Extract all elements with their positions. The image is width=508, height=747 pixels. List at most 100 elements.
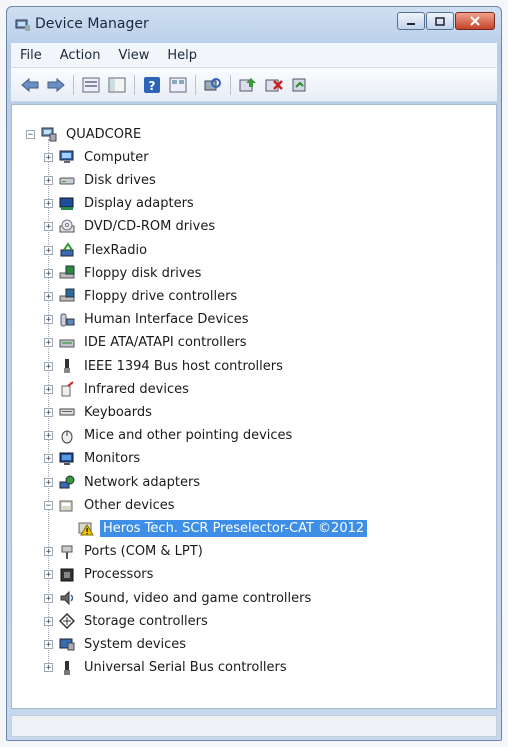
- scan-hardware-icon[interactable]: [202, 74, 224, 96]
- tree-root-quadcore[interactable]: − QUADCORE: [26, 123, 144, 145]
- tree-item-dvd-cd-rom-drives[interactable]: + DVD/CD-ROM drives: [44, 216, 218, 238]
- tree-item-label: Disk drives: [84, 172, 156, 188]
- storage-icon: [58, 613, 76, 630]
- expand-toggle[interactable]: +: [44, 291, 53, 301]
- tree-item-label: Display adapters: [84, 196, 194, 212]
- tree-item-floppy-drive-controllers[interactable]: + Floppy drive controllers: [44, 285, 240, 307]
- expand-toggle[interactable]: +: [44, 152, 53, 162]
- device-manager-app-icon: [15, 17, 31, 31]
- svg-text:?: ?: [149, 79, 156, 93]
- collapse-toggle[interactable]: −: [44, 500, 53, 510]
- tree-item-label: Universal Serial Bus controllers: [84, 660, 287, 676]
- tree-item-label: Processors: [84, 567, 154, 583]
- tree-item-ports-com-lpt[interactable]: + Ports (COM & LPT): [44, 541, 206, 563]
- tree-item-storage-controllers[interactable]: + Storage controllers: [44, 610, 211, 632]
- mouse-icon: [59, 428, 75, 444]
- tree-item-mice-and-other-pointing-devices[interactable]: + Mice and other pointing devices: [44, 425, 295, 447]
- expand-toggle[interactable]: +: [44, 570, 53, 580]
- expand-toggle[interactable]: +: [44, 663, 53, 673]
- tree-item-label: Network adapters: [84, 474, 201, 490]
- tree-item-label: Ports (COM & LPT): [84, 544, 203, 560]
- tree-item-human-interface-devices[interactable]: + Human Interface Devices: [44, 309, 252, 331]
- tree-item-computer[interactable]: + Computer: [44, 146, 152, 168]
- tree-item-label: Human Interface Devices: [84, 312, 249, 328]
- system-devices-icon: [59, 636, 75, 652]
- computer-icon: [59, 149, 75, 165]
- menu-view[interactable]: View: [109, 48, 158, 63]
- expand-toggle[interactable]: +: [44, 384, 53, 394]
- expand-toggle[interactable]: +: [44, 222, 53, 232]
- expand-toggle[interactable]: +: [44, 407, 53, 417]
- tree-item-heros-tech-scr-preselector[interactable]: Heros Tech. SCR Preselector-CAT ©2012: [78, 517, 368, 539]
- menu-action[interactable]: Action: [51, 48, 110, 63]
- back-icon[interactable]: [19, 74, 41, 96]
- collapse-toggle[interactable]: −: [26, 129, 35, 139]
- tree-item-label-selected: Heros Tech. SCR Preselector-CAT ©2012: [100, 519, 368, 537]
- sound-icon: [59, 590, 75, 606]
- expand-toggle[interactable]: +: [44, 431, 53, 441]
- view-icon[interactable]: [167, 74, 189, 96]
- properties-icon[interactable]: [80, 74, 102, 96]
- expand-toggle[interactable]: +: [44, 593, 53, 603]
- menu-file[interactable]: File: [11, 48, 51, 63]
- tree-item-label: Floppy drive controllers: [84, 288, 238, 304]
- expand-toggle[interactable]: +: [44, 547, 53, 557]
- maximize-button[interactable]: [426, 12, 454, 30]
- expand-toggle[interactable]: +: [44, 454, 53, 464]
- update-driver-icon[interactable]: [237, 74, 259, 96]
- network-adapter-icon: [59, 474, 75, 490]
- tree-item-ide-ata-atapi-controllers[interactable]: + IDE ATA/ATAPI controllers: [44, 332, 250, 354]
- warning-device-icon: [78, 520, 94, 536]
- tree-item-label: IDE ATA/ATAPI controllers: [84, 335, 247, 351]
- close-button[interactable]: [455, 12, 495, 30]
- root-computer-icon: [41, 126, 57, 142]
- tree-item-sound-video-and-game-controllers[interactable]: + Sound, video and game controllers: [44, 587, 314, 609]
- tree-item-disk-drives[interactable]: + Disk drives: [44, 169, 159, 191]
- tree-item-floppy-disk-drives[interactable]: + Floppy disk drives: [44, 262, 204, 284]
- device-tree[interactable]: − QUADCORE + Computer + Disk drives + Display a…: [11, 104, 497, 709]
- minimize-button[interactable]: [397, 12, 425, 30]
- tree-item-other-devices[interactable]: − Other devices: [44, 494, 178, 516]
- forward-icon[interactable]: [45, 74, 67, 96]
- expand-toggle[interactable]: +: [44, 199, 53, 209]
- display-adapter-icon: [59, 196, 75, 212]
- flexradio-icon: [59, 242, 75, 258]
- help-icon[interactable]: ?: [141, 74, 163, 96]
- tree-item-universal-serial-bus-controllers[interactable]: + Universal Serial Bus controllers: [44, 657, 290, 679]
- expand-toggle[interactable]: +: [44, 338, 53, 348]
- expand-toggle[interactable]: +: [44, 175, 53, 185]
- tree-item-system-devices[interactable]: + System devices: [44, 633, 189, 655]
- floppy-drive-icon: [59, 265, 75, 281]
- expand-toggle[interactable]: +: [44, 639, 53, 649]
- show-hide-console-tree-icon[interactable]: [106, 74, 128, 96]
- tree-item-label: DVD/CD-ROM drives: [84, 219, 216, 235]
- expand-toggle[interactable]: +: [44, 268, 53, 278]
- processor-icon: [59, 567, 75, 583]
- dvd-drive-icon: [59, 219, 75, 235]
- menu-help[interactable]: Help: [158, 48, 206, 63]
- disable-icon[interactable]: [289, 74, 311, 96]
- expand-toggle[interactable]: +: [44, 361, 53, 371]
- expand-toggle[interactable]: +: [44, 616, 53, 626]
- disk-drive-icon: [59, 172, 75, 188]
- tree-item-display-adapters[interactable]: + Display adapters: [44, 193, 197, 215]
- status-bar: [11, 715, 497, 737]
- tree-item-flexradio[interactable]: + FlexRadio: [44, 239, 150, 261]
- tree-item-label: Keyboards: [84, 404, 152, 420]
- tree-item-keyboards[interactable]: + Keyboards: [44, 401, 155, 423]
- ieee1394-icon: [59, 358, 75, 374]
- expand-toggle[interactable]: +: [44, 245, 53, 255]
- title-bar[interactable]: Device Manager: [7, 7, 501, 41]
- tree-item-network-adapters[interactable]: + Network adapters: [44, 471, 203, 493]
- toolbar: ?: [11, 68, 497, 102]
- tree-item-processors[interactable]: + Processors: [44, 564, 156, 586]
- tree-item-monitors[interactable]: + Monitors: [44, 448, 143, 470]
- tree-item-ieee-1394-bus-host-controllers[interactable]: + IEEE 1394 Bus host controllers: [44, 355, 286, 377]
- tree-item-label: FlexRadio: [84, 242, 148, 258]
- expand-toggle[interactable]: +: [44, 477, 53, 487]
- uninstall-icon[interactable]: [263, 74, 285, 96]
- expand-toggle[interactable]: +: [44, 315, 53, 325]
- hid-icon: [59, 312, 75, 328]
- tree-item-label: System devices: [84, 636, 187, 652]
- tree-item-infrared-devices[interactable]: + Infrared devices: [44, 378, 192, 400]
